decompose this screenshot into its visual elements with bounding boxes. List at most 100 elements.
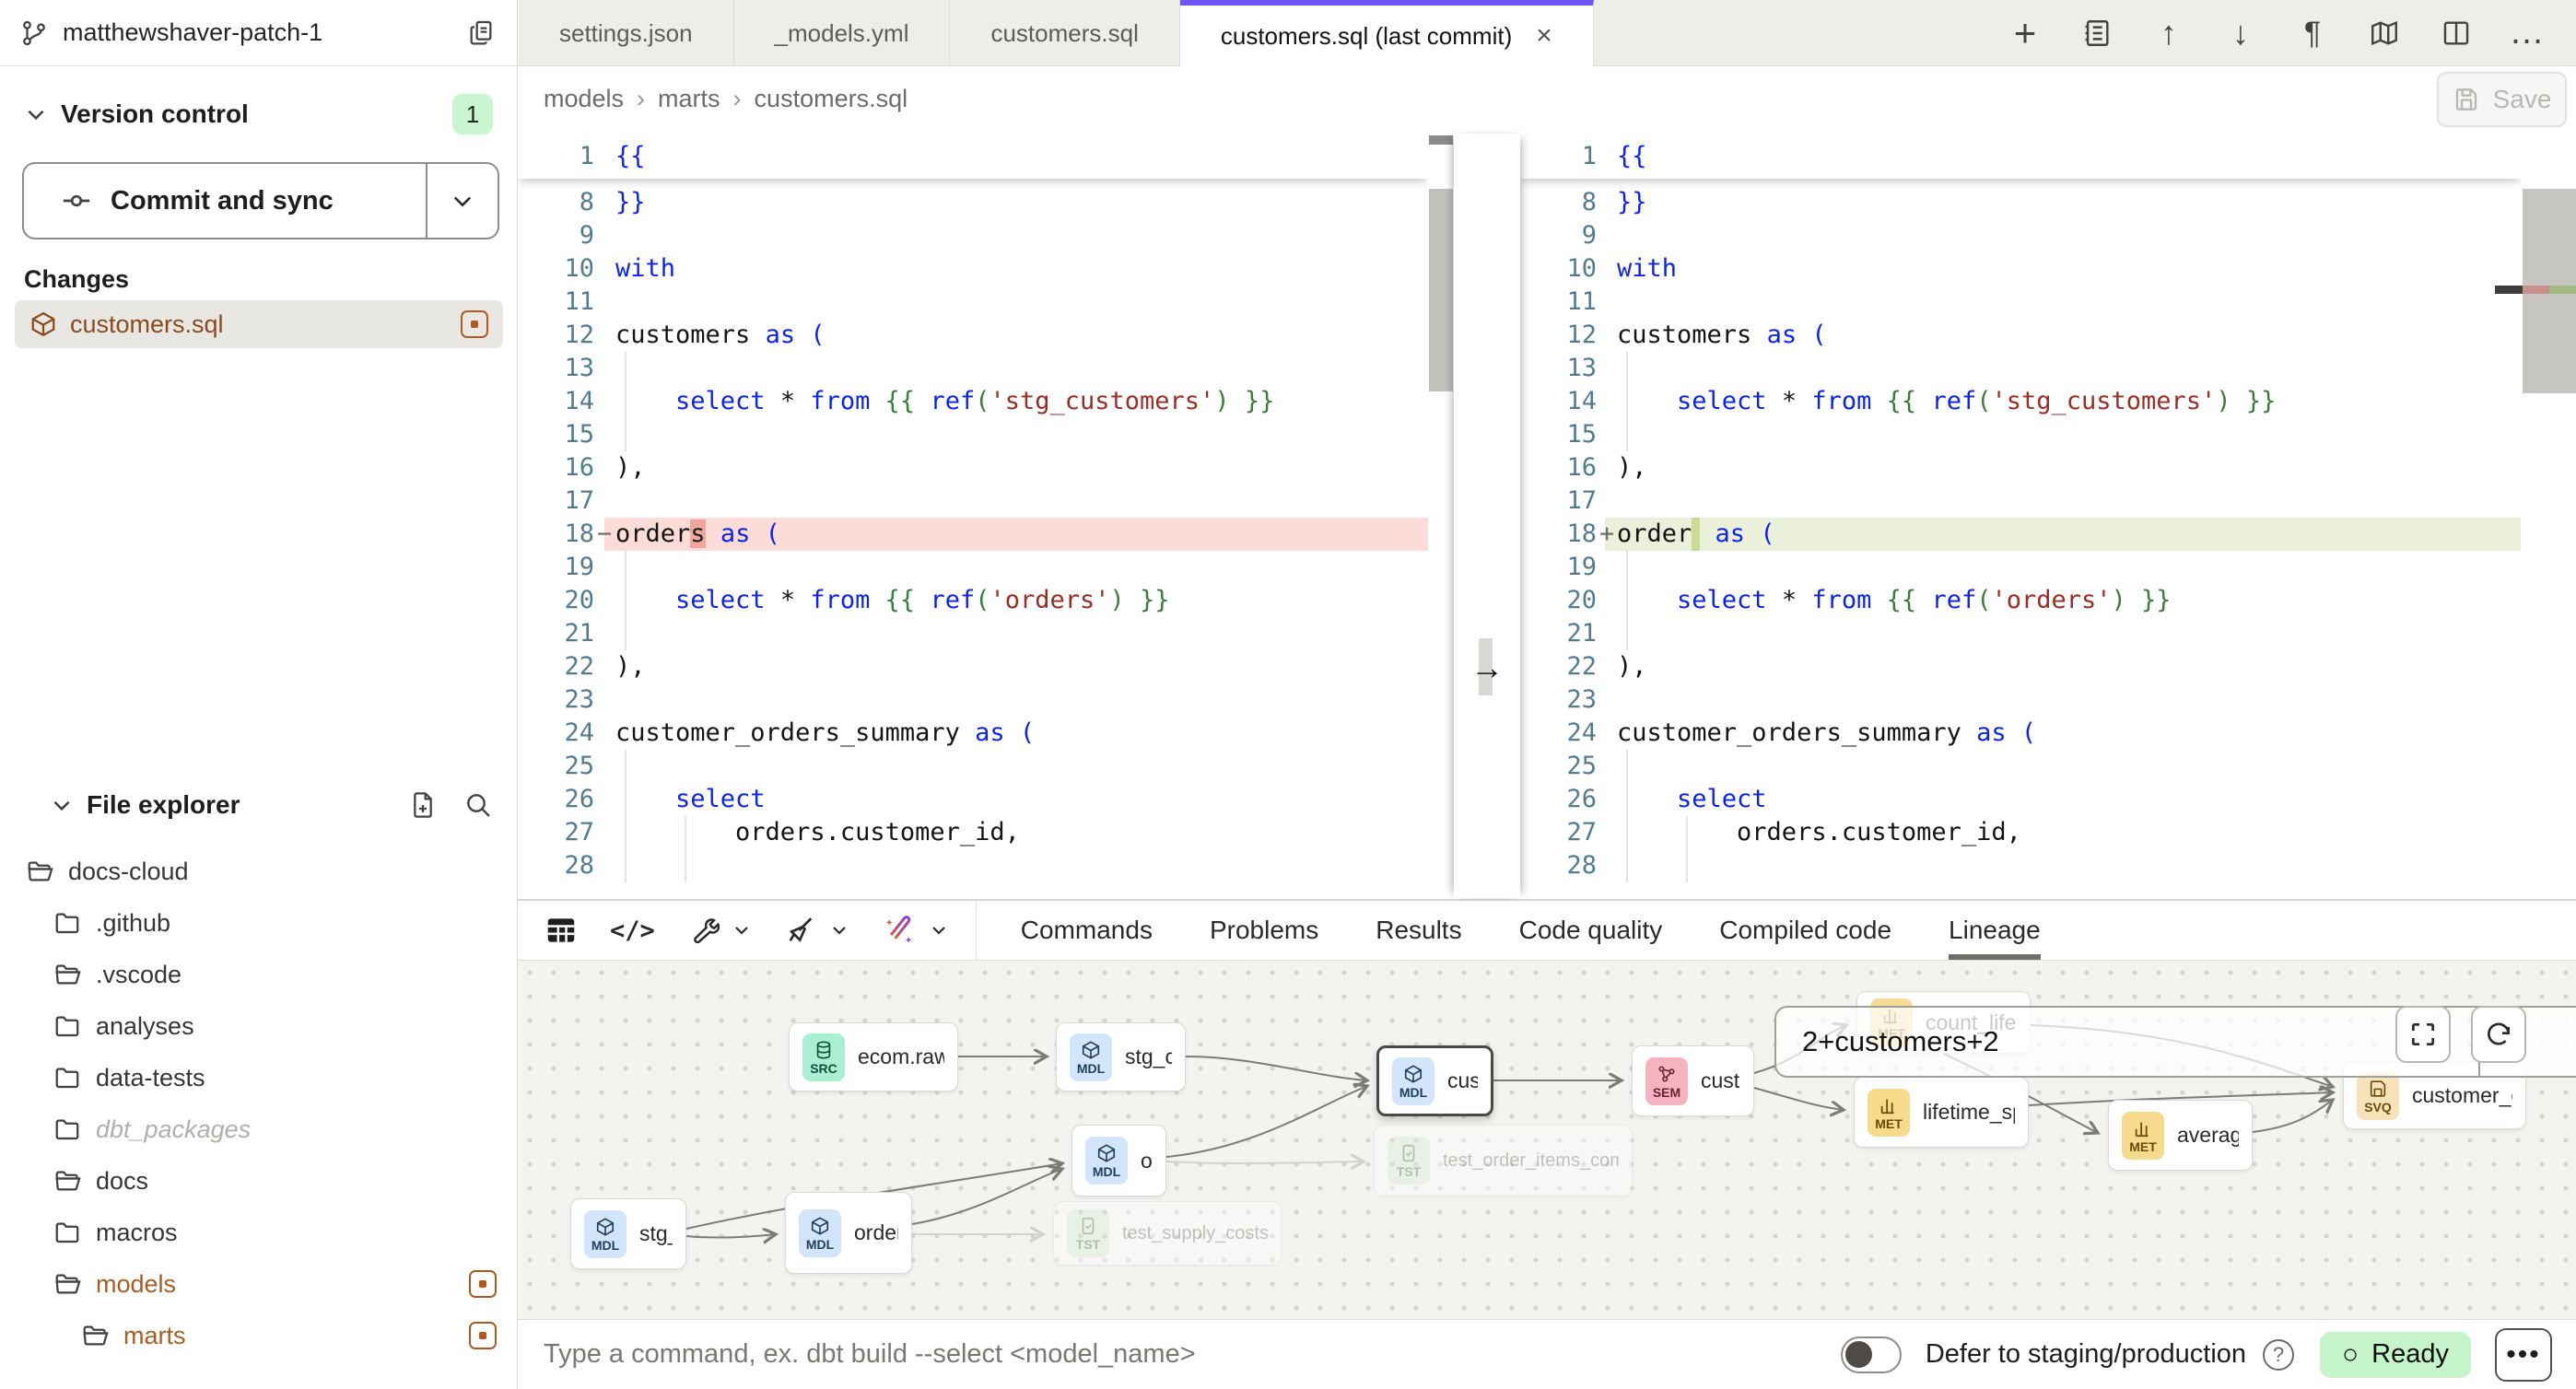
tree-item-docs-cloud[interactable]: docs-cloud — [0, 846, 517, 897]
lineage-node-orders-model[interactable]: MDLorders — [1071, 1125, 1166, 1196]
arrow-down-icon[interactable]: ↓ — [2222, 15, 2259, 52]
code-line-25[interactable]: 25 — [1520, 750, 2521, 783]
code-line-12[interactable]: 12customers as ( — [518, 319, 1428, 352]
code-line-20[interactable]: 20 select * from {{ ref('orders') }} — [1520, 584, 2521, 617]
code-line-11[interactable]: 11 — [1520, 286, 2521, 319]
lineage-node-lifetime-spend-pretax[interactable]: METlifetime_spend_pretax — [1854, 1077, 2029, 1148]
tab-customers-sql-last-commit-[interactable]: customers.sql (last commit)× — [1180, 0, 1594, 66]
version-control-header[interactable]: Version control 1 — [0, 88, 517, 140]
code-line-21[interactable]: 21 — [518, 617, 1428, 650]
code-line-17[interactable]: 17 — [518, 484, 1428, 518]
code-line-26[interactable]: 26 select — [1520, 783, 2521, 816]
code-line-14[interactable]: 14 select * from {{ ref('stg_customers')… — [1520, 385, 2521, 418]
tab-settings-json[interactable]: settings.json — [519, 0, 734, 66]
arrow-up-icon[interactable]: ↑ — [2150, 15, 2187, 52]
code-line-15[interactable]: 15 — [518, 418, 1428, 451]
code-line-8[interactable]: 8}} — [518, 186, 1428, 219]
diff-pane-modified[interactable]: 1{{8}}910with1112customers as (1314 sele… — [1520, 134, 2521, 898]
panel-tab-compiled-code[interactable]: Compiled code — [1719, 901, 1891, 960]
more-options-button[interactable]: ••• — [2495, 1328, 2552, 1382]
new-file-icon[interactable] — [408, 790, 438, 820]
lineage-node-average-order-value[interactable]: METaverage_order_value — [2108, 1100, 2253, 1171]
code-line-22[interactable]: 22), — [1520, 650, 2521, 683]
panel-tab-commands[interactable]: Commands — [1021, 901, 1153, 960]
code-line-27[interactable]: 27 orders.customer_id, — [518, 816, 1428, 849]
tree-item-macros[interactable]: macros — [0, 1207, 517, 1258]
code-line-23[interactable]: 23 — [518, 683, 1428, 717]
panel-tab-problems[interactable]: Problems — [1210, 901, 1318, 960]
code-icon[interactable]: </> — [610, 916, 655, 945]
command-input[interactable] — [518, 1339, 1841, 1370]
code-line-18[interactable]: 18+order as ( — [1520, 518, 2521, 551]
tab-customers-sql[interactable]: customers.sql — [950, 0, 1179, 66]
lineage-node-stg-customers[interactable]: MDLstg_customers — [1056, 1022, 1186, 1091]
tree-item-models[interactable]: models — [0, 1258, 517, 1310]
code-line-26[interactable]: 26 select — [518, 783, 1428, 816]
diff-pane-original[interactable]: 1{{8}}910with1112customers as (1314 sele… — [518, 134, 1428, 898]
tree-item-data-tests[interactable]: data-tests — [0, 1052, 517, 1103]
code-line-27[interactable]: 27 orders.customer_id, — [1520, 816, 2521, 849]
code-line-15[interactable]: 15 — [1520, 418, 2521, 451]
map-icon[interactable] — [2366, 15, 2403, 52]
code-line-25[interactable]: 25 — [518, 750, 1428, 783]
refresh-graph-button[interactable] — [2471, 1006, 2526, 1063]
code-line-16[interactable]: 16), — [518, 451, 1428, 484]
code-line-19[interactable]: 19 — [518, 551, 1428, 584]
save-button[interactable]: Save — [2437, 72, 2567, 127]
split-columns-icon[interactable] — [2438, 15, 2475, 52]
code-line-24[interactable]: 24customer_orders_summary as ( — [518, 717, 1428, 750]
code-line-23[interactable]: 23 — [1520, 683, 2521, 717]
panel-tab-lineage[interactable]: Lineage — [1949, 901, 2041, 960]
panel-tab-code-quality[interactable]: Code quality — [1519, 901, 1663, 960]
tree-item-docs[interactable]: docs — [0, 1155, 517, 1207]
pilcrow-icon[interactable]: ¶ — [2294, 15, 2331, 52]
scrollbar-thumb[interactable] — [1429, 189, 1453, 391]
panel-tab-results[interactable]: Results — [1376, 901, 1461, 960]
commit-options-caret[interactable] — [426, 164, 498, 238]
lineage-node-ecom-raw-customers[interactable]: SRCecom.raw_customers — [789, 1022, 958, 1091]
tab--models-yml[interactable]: _models.yml — [734, 0, 951, 66]
tree-item--vscode[interactable]: .vscode — [0, 949, 517, 1000]
code-line-9[interactable]: 9 — [1520, 219, 2521, 252]
build-options-chevron[interactable] — [731, 919, 753, 941]
ide-status-badge[interactable]: ○ Ready — [2320, 1332, 2471, 1378]
defer-toggle[interactable] — [1841, 1336, 1902, 1373]
tab-close-icon[interactable]: × — [1536, 22, 1552, 50]
code-line-11[interactable]: 11 — [518, 286, 1428, 319]
apply-change-arrow[interactable]: → — [1454, 648, 1520, 688]
lineage-node-test-supply-costs[interactable]: TSTtest_supply_costs_sum_correctly — [1053, 1201, 1282, 1266]
lineage-node-customers-model[interactable]: MDLcustomers — [1376, 1045, 1493, 1116]
code-line-10[interactable]: 10with — [1520, 252, 2521, 286]
notebook-icon[interactable] — [2078, 15, 2115, 52]
search-icon[interactable] — [463, 790, 493, 820]
results-table-icon[interactable] — [544, 913, 579, 948]
ai-options-chevron[interactable] — [928, 919, 950, 941]
code-line-24[interactable]: 24customer_orders_summary as ( — [1520, 717, 2521, 750]
format-options-chevron[interactable] — [828, 919, 850, 941]
changed-file-row[interactable]: customers.sql — [15, 300, 503, 348]
fullscreen-button[interactable] — [2395, 1006, 2451, 1063]
code-line-19[interactable]: 19 — [1520, 551, 2521, 584]
plus-icon[interactable]: + — [2007, 15, 2043, 52]
code-line-14[interactable]: 14 select * from {{ ref('stg_customers')… — [518, 385, 1428, 418]
lineage-node-test-order-items[interactable]: TSTtest_order_items_compute_to_bools_cor… — [1374, 1125, 1633, 1196]
lineage-node-stg-orders[interactable]: MDLstg_orders — [570, 1198, 686, 1269]
breadcrumb-item[interactable]: customers.sql — [755, 85, 908, 113]
code-line-28[interactable]: 28 — [518, 849, 1428, 882]
code-line-13[interactable]: 13 — [1520, 352, 2521, 385]
code-line-10[interactable]: 10with — [518, 252, 1428, 286]
code-line-9[interactable]: 9 — [518, 219, 1428, 252]
diff-overview-ruler[interactable] — [2521, 134, 2576, 898]
format-broom-icon[interactable] — [784, 914, 817, 947]
tree-item--github[interactable]: .github — [0, 897, 517, 949]
code-line-28[interactable]: 28 — [1520, 849, 2521, 882]
code-line-20[interactable]: 20 select * from {{ ref('orders') }} — [518, 584, 1428, 617]
code-line-8[interactable]: 8}} — [1520, 186, 2521, 219]
lineage-selector-input[interactable] — [1776, 1008, 2478, 1076]
code-line-16[interactable]: 16), — [1520, 451, 2521, 484]
tree-item-dbt-packages[interactable]: dbt_packages — [0, 1103, 517, 1155]
copy-branch-icon[interactable] — [467, 18, 497, 48]
build-wrench-icon[interactable] — [686, 914, 720, 947]
lineage-canvas[interactable]: SRCecom.raw_customers MDLstg_customers MDL… — [518, 960, 2576, 1319]
code-line-12[interactable]: 12customers as ( — [1520, 319, 2521, 352]
